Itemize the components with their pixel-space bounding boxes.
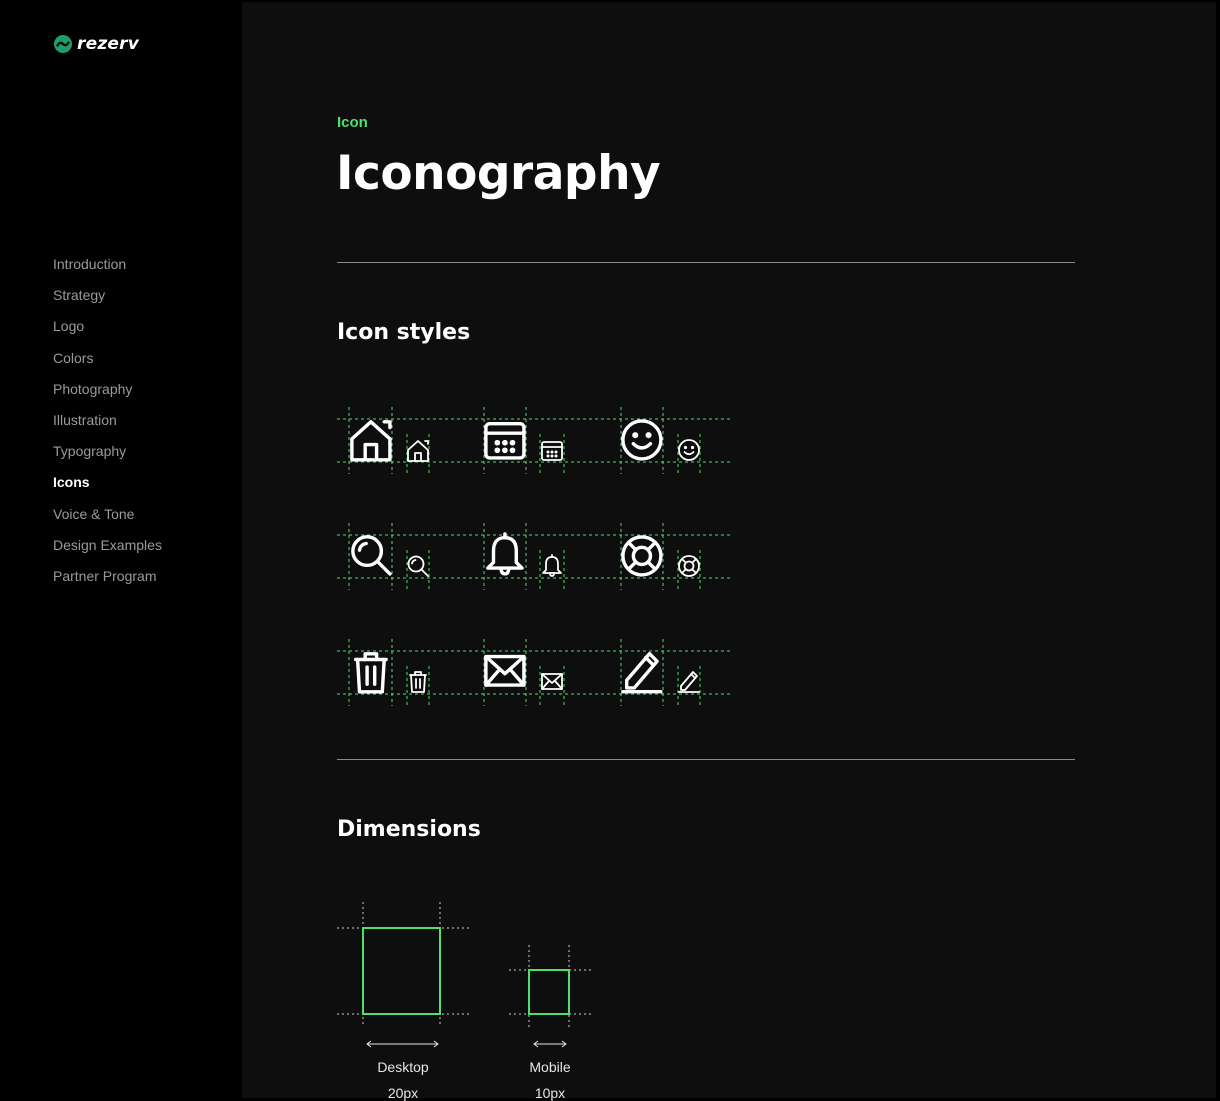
mail-icon	[484, 654, 526, 687]
mail-icon-small	[541, 673, 563, 690]
lifebuoy-icon	[621, 535, 663, 577]
smiley-icon-small	[678, 439, 700, 461]
lifebuoy-icon-small	[678, 555, 700, 577]
main-content: Icon Iconography Icon styles Dimensions …	[242, 0, 1218, 1101]
search-icon-small	[407, 555, 429, 577]
divider	[337, 759, 1075, 760]
nav-item-icons[interactable]: Icons	[53, 473, 162, 504]
nav-item-typography[interactable]: Typography	[53, 442, 162, 473]
calendar-icon	[484, 421, 526, 460]
section-heading-icon-styles: Icon styles	[337, 320, 471, 345]
icon-guides	[337, 406, 733, 707]
nav-item-strategy[interactable]: Strategy	[53, 286, 162, 317]
dimensions-diagram	[337, 902, 593, 1048]
nav-item-voice-tone[interactable]: Voice & Tone	[53, 505, 162, 536]
sidebar-nav: Introduction Strategy Logo Colors Photog…	[53, 255, 162, 598]
desktop-size: 20px	[387, 1085, 419, 1101]
nav-item-design-examples[interactable]: Design Examples	[53, 536, 162, 567]
mobile-label: Mobile	[529, 1059, 571, 1075]
nav-item-introduction[interactable]: Introduction	[53, 255, 162, 286]
bell-icon-small	[542, 554, 562, 577]
nav-item-partner-program[interactable]: Partner Program	[53, 567, 162, 598]
icon-styles-grid	[337, 406, 733, 707]
page-eyebrow: Icon	[337, 114, 368, 131]
nav-item-illustration[interactable]: Illustration	[53, 411, 162, 442]
pencil-icon	[621, 651, 663, 694]
page-title: Iconography	[336, 146, 661, 201]
brand-name: rezerv	[77, 34, 140, 54]
nav-item-colors[interactable]: Colors	[53, 349, 162, 380]
home-icon	[350, 420, 392, 462]
home-icon-small	[407, 440, 429, 462]
bell-icon	[486, 532, 524, 576]
desktop-size-box	[362, 927, 441, 1015]
nav-item-logo[interactable]: Logo	[53, 317, 162, 348]
sidebar: rezerv Introduction Strategy Logo Colors…	[0, 0, 242, 1100]
mobile-size: 10px	[534, 1085, 566, 1101]
desktop-label: Desktop	[377, 1059, 429, 1075]
trash-icon	[353, 652, 388, 694]
brand-logo[interactable]: rezerv	[53, 34, 139, 54]
section-heading-dimensions: Dimensions	[337, 817, 481, 842]
rezerv-logo-icon	[54, 35, 72, 53]
smiley-icon	[621, 419, 663, 461]
divider	[337, 262, 1075, 263]
trash-icon-small	[409, 671, 427, 693]
mobile-size-box	[528, 969, 570, 1015]
search-icon	[351, 535, 392, 576]
nav-item-photography[interactable]: Photography	[53, 380, 162, 411]
pencil-icon-small	[678, 671, 700, 693]
calendar-icon-small	[541, 441, 563, 461]
